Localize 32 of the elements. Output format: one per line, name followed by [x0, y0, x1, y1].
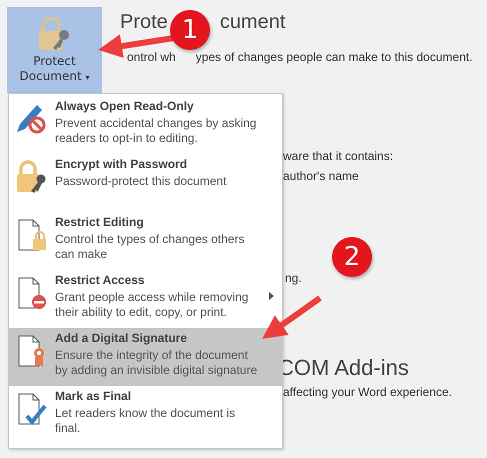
menu-item[interactable]: Encrypt with Password Password-protect this document	[9, 154, 282, 212]
info-text: author's name	[283, 169, 360, 183]
section-title: cument	[220, 11, 286, 34]
menu-item-description: Password-protect this document	[55, 174, 228, 189]
lock-key-icon	[15, 160, 47, 194]
info-text: ware that it contains:	[283, 149, 394, 163]
menu-item-title: Restrict Editing	[55, 215, 145, 230]
pencil-prohibited-icon	[15, 102, 47, 136]
menu-item-description: Control the types of changes others can make	[55, 232, 246, 262]
section-title: Prote	[120, 11, 168, 34]
menu-item-description: Let readers know the document is final.	[55, 406, 236, 436]
menu-item[interactable]: Add a Digital Signature Ensure the integrity of the document by adding an invisible digital signature	[9, 328, 282, 386]
menu-item-title: Restrict Access	[55, 273, 146, 288]
menu-item[interactable]: Always Open Read-Only Prevent accidental changes by asking readers to opt-in to editing.	[9, 96, 282, 154]
menu-item-description: Ensure the integrity of the document by adding an invisible digital signature	[55, 348, 258, 378]
info-text: affecting your Word experience.	[283, 385, 453, 399]
menu-item-title: Mark as Final	[55, 389, 132, 404]
menu-item-title: Always Open Read-Only	[55, 99, 195, 114]
step-badge: 1	[170, 10, 210, 50]
step-badge: 2	[332, 237, 372, 277]
protect-document-button[interactable]: Protect Document ▾	[7, 7, 102, 93]
section-description: ypes of changes people can make to this document.	[196, 50, 473, 64]
menu-item-title: Add a Digital Signature	[55, 331, 188, 346]
section-description: ontrol wh	[127, 50, 176, 64]
menu-item-description: Grant people access while removing their ability to edit, copy, or print.	[55, 290, 250, 320]
menu-item-title: Encrypt with Password	[55, 157, 188, 172]
annotation-arrow	[262, 296, 322, 339]
menu-item[interactable]: Restrict Access Grant people access while removing their ability to edit, copy, or print.	[9, 270, 282, 328]
menu-item-description: Prevent accidental changes by asking readers to opt-in to editing.	[55, 116, 258, 146]
menu-item[interactable]: Restrict Editing Control the types of changes others can make	[9, 212, 282, 270]
menu-item[interactable]: Mark as Final Let readers know the document is final.	[9, 386, 282, 444]
info-text: ng.	[285, 271, 303, 285]
